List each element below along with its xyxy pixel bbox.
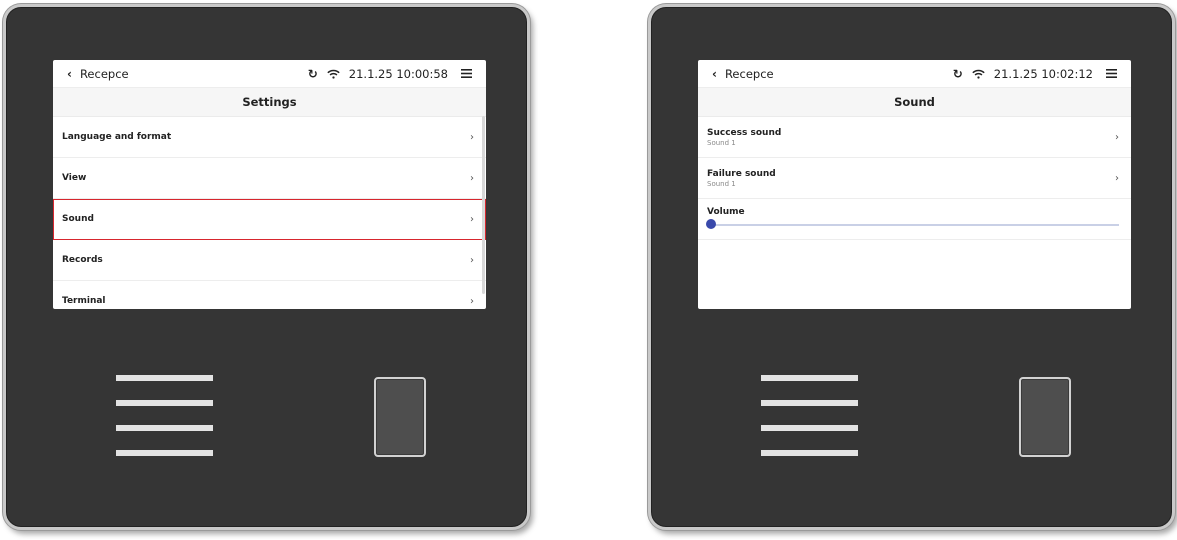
speaker-grille-bar — [761, 375, 858, 381]
page-title: Settings — [53, 88, 486, 117]
sound-item-failure[interactable]: Failure sound Sound 1 › — [698, 158, 1131, 199]
hamburger-icon[interactable] — [1106, 69, 1117, 78]
settings-item-terminal[interactable]: Terminal › — [53, 281, 486, 309]
sound-item-label: Success sound — [707, 127, 782, 138]
sound-item-success[interactable]: Success sound Sound 1 › — [698, 117, 1131, 158]
settings-item-label: View — [62, 173, 87, 183]
wifi-icon — [327, 69, 340, 79]
settings-item-label: Sound — [62, 214, 94, 224]
back-button[interactable]: ‹ Recepce — [712, 67, 953, 81]
speaker-grille-bar — [116, 450, 213, 456]
status-datetime: 21.1.25 10:00:58 — [348, 66, 448, 81]
status-bar: ‹ Recepce ↻ 21.1.25 10:00:58 — [53, 60, 486, 88]
settings-item-label: Records — [62, 255, 103, 265]
settings-item-view[interactable]: View › — [53, 158, 486, 199]
terminal-device-left: ‹ Recepce ↻ 21.1.25 10:00:58 Settings La… — [3, 4, 530, 530]
speaker-grille-bar — [116, 400, 213, 406]
terminal-screen-right: ‹ Recepce ↻ 21.1.25 10:02:12 Sound Succe… — [698, 60, 1131, 309]
sound-item-value: Sound 1 — [707, 179, 736, 188]
scrollbar[interactable] — [482, 116, 485, 294]
terminal-screen-left: ‹ Recepce ↻ 21.1.25 10:00:58 Settings La… — [53, 60, 486, 309]
sound-item-value: Sound 1 — [707, 138, 736, 147]
speaker-grille-bar — [116, 375, 213, 381]
chevron-right-icon: › — [470, 213, 474, 225]
volume-slider[interactable] — [706, 219, 1119, 231]
status-bar: ‹ Recepce ↻ 21.1.25 10:02:12 — [698, 60, 1131, 88]
settings-item-sound[interactable]: Sound › — [53, 199, 486, 240]
settings-item-records[interactable]: Records › — [53, 240, 486, 281]
chevron-right-icon: › — [470, 131, 474, 143]
wifi-icon — [972, 69, 985, 79]
settings-item-label: Language and format — [62, 132, 172, 142]
settings-item-language[interactable]: Language and format › — [53, 117, 486, 158]
back-label: Recepce — [724, 66, 774, 81]
chevron-left-icon: ‹ — [67, 66, 72, 81]
settings-item-label: Terminal — [62, 296, 106, 306]
chevron-right-icon: › — [1115, 172, 1119, 184]
chevron-right-icon: › — [470, 295, 474, 307]
back-label: Recepce — [79, 66, 129, 81]
speaker-grille-bar — [761, 425, 858, 431]
card-reader — [374, 377, 426, 457]
chevron-right-icon: › — [1115, 131, 1119, 143]
status-datetime: 21.1.25 10:02:12 — [993, 66, 1093, 81]
refresh-icon[interactable]: ↻ — [308, 67, 318, 81]
speaker-grille-bar — [761, 450, 858, 456]
page-title: Sound — [698, 88, 1131, 117]
volume-setting: Volume — [698, 199, 1131, 240]
sound-item-label: Failure sound — [707, 168, 776, 179]
chevron-right-icon: › — [470, 254, 474, 266]
volume-slider-track[interactable] — [707, 224, 1119, 226]
chevron-left-icon: ‹ — [712, 66, 717, 81]
speaker-grille-bar — [116, 425, 213, 431]
speaker-grille-bar — [761, 400, 858, 406]
terminal-device-right: ‹ Recepce ↻ 21.1.25 10:02:12 Sound Succe… — [648, 4, 1175, 530]
refresh-icon[interactable]: ↻ — [953, 67, 963, 81]
back-button[interactable]: ‹ Recepce — [67, 67, 308, 81]
hamburger-icon[interactable] — [461, 69, 472, 78]
card-reader — [1019, 377, 1071, 457]
volume-label: Volume — [707, 207, 745, 217]
chevron-right-icon: › — [470, 172, 474, 184]
volume-slider-thumb[interactable] — [706, 219, 716, 229]
